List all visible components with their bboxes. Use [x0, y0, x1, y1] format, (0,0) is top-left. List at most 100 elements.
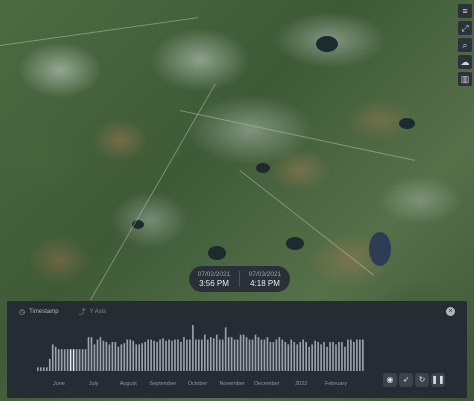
chart-bar[interactable] [299, 341, 302, 371]
selected-bar[interactable] [72, 349, 75, 371]
chart-bar[interactable] [99, 337, 102, 371]
chart-bar[interactable] [60, 349, 63, 371]
chart-bar[interactable] [159, 339, 161, 371]
chart-bar[interactable] [138, 344, 141, 371]
chart-bar[interactable] [45, 367, 48, 371]
chart-bar[interactable] [177, 339, 179, 371]
chart-bar[interactable] [189, 339, 191, 371]
selected-bar[interactable] [69, 349, 72, 371]
chart-bar[interactable] [209, 337, 212, 371]
chart-bar[interactable] [84, 349, 87, 371]
chart-bar[interactable] [135, 344, 138, 371]
chart-bar[interactable] [75, 349, 78, 371]
chart-bar[interactable] [242, 334, 245, 371]
chart-bar[interactable] [263, 339, 266, 371]
chart-bar[interactable] [338, 341, 340, 371]
chart-bar[interactable] [165, 340, 167, 371]
chart-bar[interactable] [335, 344, 337, 371]
chart-bar[interactable] [254, 334, 257, 371]
chart-bar[interactable] [180, 341, 182, 371]
chart-bar[interactable] [239, 334, 242, 371]
chart-bar[interactable] [230, 337, 233, 371]
chart-bar[interactable] [39, 367, 42, 371]
expand-icon[interactable]: ⤢ [458, 21, 472, 35]
chart-bar[interactable] [224, 327, 227, 371]
chart-bar[interactable] [206, 339, 209, 371]
chart-bar[interactable] [120, 344, 123, 371]
chart-bar[interactable] [278, 337, 281, 371]
chart-bar[interactable] [129, 339, 132, 371]
chart-bar[interactable] [66, 349, 69, 371]
chart-bar[interactable] [218, 339, 221, 371]
chart-bar[interactable] [260, 339, 263, 371]
chart-bar[interactable] [221, 339, 224, 371]
chart-bar[interactable] [81, 349, 84, 371]
chart-bar[interactable] [111, 341, 114, 371]
chart-bar[interactable] [114, 341, 117, 371]
chart-bar[interactable] [212, 338, 215, 371]
chart-bar[interactable] [248, 339, 251, 371]
chart-bar[interactable] [63, 349, 66, 371]
layers-icon[interactable]: ≡ [458, 4, 472, 18]
chart-bar[interactable] [51, 344, 54, 371]
chart-bar[interactable] [117, 346, 120, 371]
chart-bar[interactable] [87, 337, 90, 371]
chart-bar[interactable] [48, 358, 51, 371]
chart-bar[interactable] [350, 339, 352, 371]
chart-bar[interactable] [162, 338, 164, 371]
chart-bar[interactable] [156, 341, 158, 371]
chart-icon[interactable]: ▥ [458, 72, 472, 86]
chart-bar[interactable] [236, 339, 239, 371]
rocket-icon[interactable]: ➶ [399, 373, 413, 387]
chart-bar[interactable] [314, 340, 316, 371]
chart-bar[interactable] [296, 344, 299, 371]
eye-icon[interactable]: ◉ [383, 373, 397, 387]
chart-bar[interactable] [57, 349, 60, 371]
chart-bar[interactable] [359, 339, 361, 371]
pause-icon[interactable]: ❚❚ [431, 373, 445, 387]
chart-bar[interactable] [144, 341, 146, 371]
chart-bar[interactable] [186, 339, 188, 371]
chart-bar[interactable] [290, 339, 293, 371]
chart-bar[interactable] [96, 339, 99, 371]
chart-bar[interactable] [42, 367, 45, 371]
chart-bar[interactable] [171, 340, 173, 371]
chart-bar[interactable] [323, 341, 325, 371]
refresh-icon[interactable]: ↻ [415, 373, 429, 387]
chart-bar[interactable] [305, 341, 307, 371]
chart-bar[interactable] [174, 339, 176, 371]
chart-bar[interactable] [329, 341, 331, 371]
chart-bar[interactable] [275, 339, 278, 371]
chart-bar[interactable] [132, 340, 135, 371]
cloud-icon[interactable]: ☁ [458, 55, 472, 69]
chart-bar[interactable] [37, 367, 39, 371]
chart-bar[interactable] [362, 339, 364, 371]
chart-bar[interactable] [269, 341, 272, 371]
chart-bar[interactable] [284, 341, 287, 371]
chart-bar[interactable] [108, 344, 111, 371]
chart-bar[interactable] [147, 339, 149, 371]
chart-bar[interactable] [317, 341, 319, 371]
chart-bar[interactable] [347, 339, 349, 371]
chart-bar[interactable] [326, 346, 328, 371]
chart-bar[interactable] [233, 339, 236, 371]
chart-bar[interactable] [320, 344, 322, 371]
chart-bar[interactable] [192, 325, 194, 371]
chart-bar[interactable] [215, 334, 218, 371]
chart-bar[interactable] [168, 339, 170, 371]
chart-bar[interactable] [227, 337, 230, 371]
chart-bar[interactable] [344, 346, 346, 371]
search-icon[interactable]: ⌕ [458, 38, 472, 52]
chart-bar[interactable] [293, 341, 296, 371]
chart-bar[interactable] [251, 339, 254, 371]
chart-bar[interactable] [198, 339, 200, 371]
chart-bar[interactable] [102, 340, 105, 371]
end-timestamp[interactable]: 07/03/2021 4:18 PM [240, 271, 290, 288]
chart-bar[interactable] [195, 339, 197, 371]
chart-bar[interactable] [90, 337, 93, 371]
chart-bar[interactable] [123, 343, 126, 371]
chart-bar[interactable] [311, 344, 313, 371]
chart-bar[interactable] [153, 340, 155, 371]
timeline-chart[interactable]: June July August September October November De… [7, 301, 467, 398]
chart-bar[interactable] [341, 341, 343, 371]
